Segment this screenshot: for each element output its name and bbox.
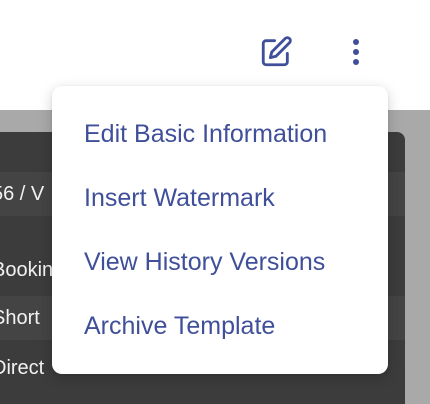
menu-item-insert-watermark[interactable]: Insert Watermark	[52, 166, 388, 230]
more-options-button[interactable]	[342, 36, 370, 72]
menu-item-archive-template[interactable]: Archive Template	[52, 294, 388, 358]
panel-row-text: 56 / V	[0, 182, 45, 205]
panel-row-text: Direct	[0, 356, 45, 379]
menu-item-view-history-versions[interactable]: View History Versions	[52, 230, 388, 294]
edit-icon	[259, 35, 293, 74]
panel-row-text: Bookin	[0, 258, 54, 281]
more-vertical-icon	[351, 37, 361, 72]
menu-item-edit-basic-information[interactable]: Edit Basic Information	[52, 102, 388, 166]
more-options-menu: Edit Basic Information Insert Watermark …	[52, 86, 388, 374]
panel-row-text: Short	[0, 306, 40, 329]
edit-button[interactable]	[258, 35, 294, 74]
